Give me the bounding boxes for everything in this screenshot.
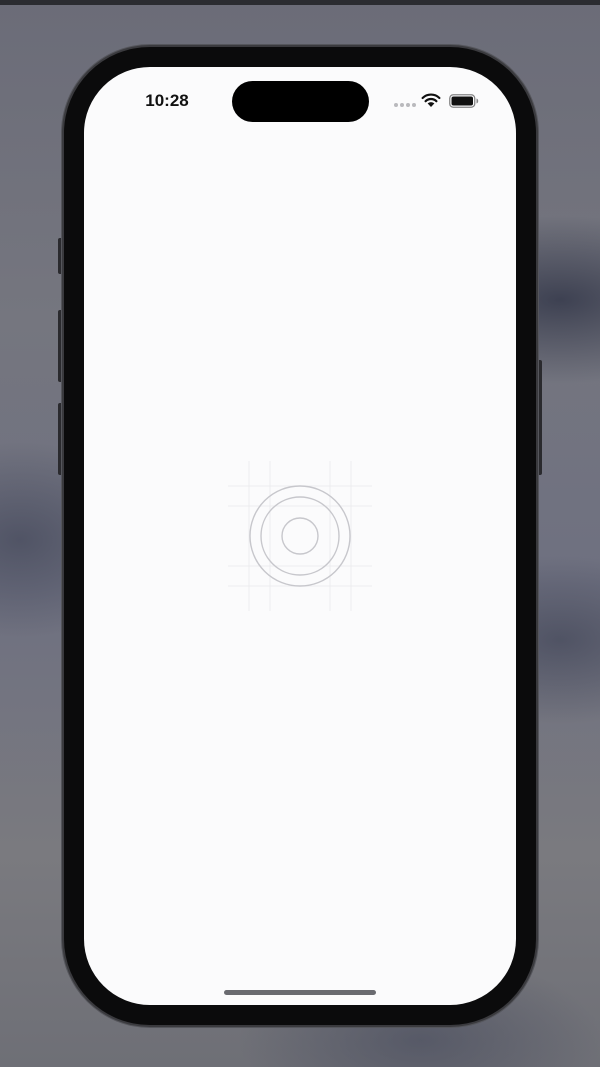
dynamic-island (232, 81, 369, 122)
status-bar-time: 10:28 (145, 91, 189, 110)
home-indicator[interactable] (224, 990, 376, 995)
wifi-icon (421, 93, 441, 107)
power-button (536, 360, 542, 475)
battery-icon (449, 94, 479, 108)
phone-screen: 10:28 (84, 67, 516, 1005)
signal-dots-icon (394, 103, 416, 107)
window-top-strip (0, 0, 600, 5)
concentric-circles-grid-icon (228, 461, 372, 611)
